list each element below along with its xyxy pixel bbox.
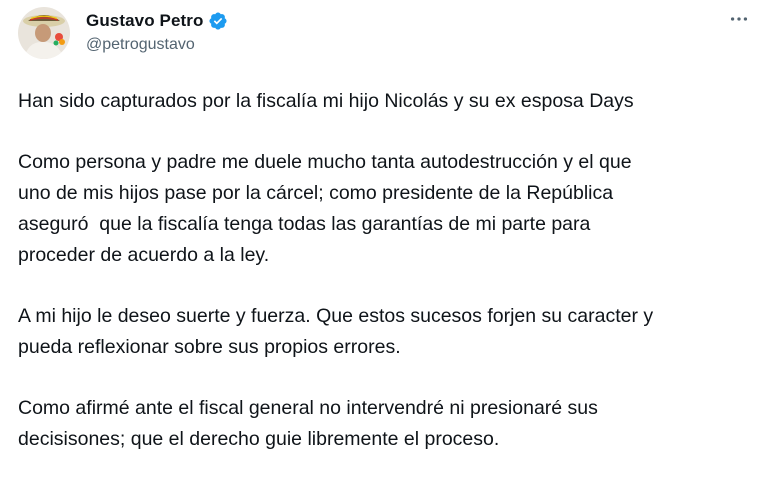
tweet-paragraph-3: A mi hijo le deseo suerte y fuerza. Que … [18,305,654,358]
author-handle[interactable]: @petrogustavo [86,36,195,54]
tweet-text: Han sido capturados por la fiscalía mi h… [18,86,758,485]
tweet-paragraph-2: Como persona y padre me duele mucho tant… [18,151,632,266]
profile-photo-icon [18,7,70,59]
more-horizontal-icon [730,17,748,21]
tweet-paragraph-4: Como afirmé ante el fiscal general no in… [18,397,598,450]
tweet-card: Gustavo Petro @petrogustavo Han sido cap… [0,0,770,462]
more-options-button[interactable] [724,6,754,32]
verified-badge-icon [208,11,228,31]
author-name-row: Gustavo Petro [86,10,228,32]
tweet-paragraph-1: Han sido capturados por la fiscalía mi h… [18,90,634,112]
author-display-name[interactable]: Gustavo Petro [86,11,204,31]
author-avatar[interactable] [18,7,70,59]
